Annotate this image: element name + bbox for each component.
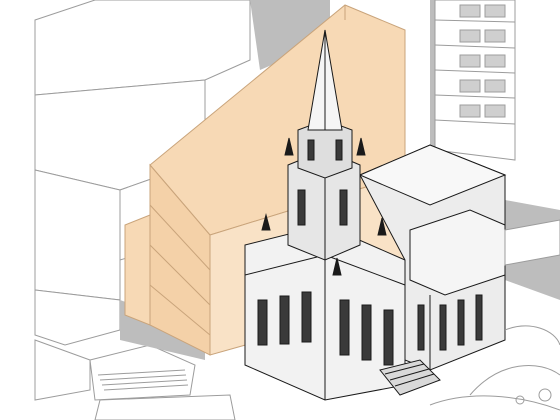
annex-window bbox=[439, 304, 447, 351]
window bbox=[484, 29, 506, 43]
massing-lower-wing bbox=[124, 214, 151, 326]
belfry-opening bbox=[335, 139, 343, 161]
arched-window bbox=[383, 309, 394, 366]
window bbox=[459, 54, 481, 68]
axonometric-render bbox=[0, 0, 560, 420]
annex-window bbox=[417, 304, 425, 351]
window bbox=[484, 54, 506, 68]
arched-window bbox=[301, 291, 312, 343]
window bbox=[459, 29, 481, 43]
tower-window bbox=[339, 189, 348, 226]
window bbox=[484, 79, 506, 93]
context-building-right bbox=[434, 0, 516, 161]
window bbox=[459, 4, 481, 18]
arched-window bbox=[339, 299, 350, 356]
window bbox=[459, 79, 481, 93]
window bbox=[459, 104, 481, 118]
render-viewport bbox=[0, 0, 560, 420]
arched-window bbox=[361, 304, 372, 361]
belfry-opening bbox=[307, 139, 315, 161]
window bbox=[484, 104, 506, 118]
annex-window bbox=[475, 294, 483, 341]
arched-window bbox=[279, 295, 290, 345]
tower-window bbox=[297, 189, 306, 226]
window bbox=[484, 4, 506, 18]
annex-window bbox=[457, 299, 465, 346]
context-building-middle bbox=[34, 169, 121, 301]
arched-window bbox=[257, 299, 268, 346]
